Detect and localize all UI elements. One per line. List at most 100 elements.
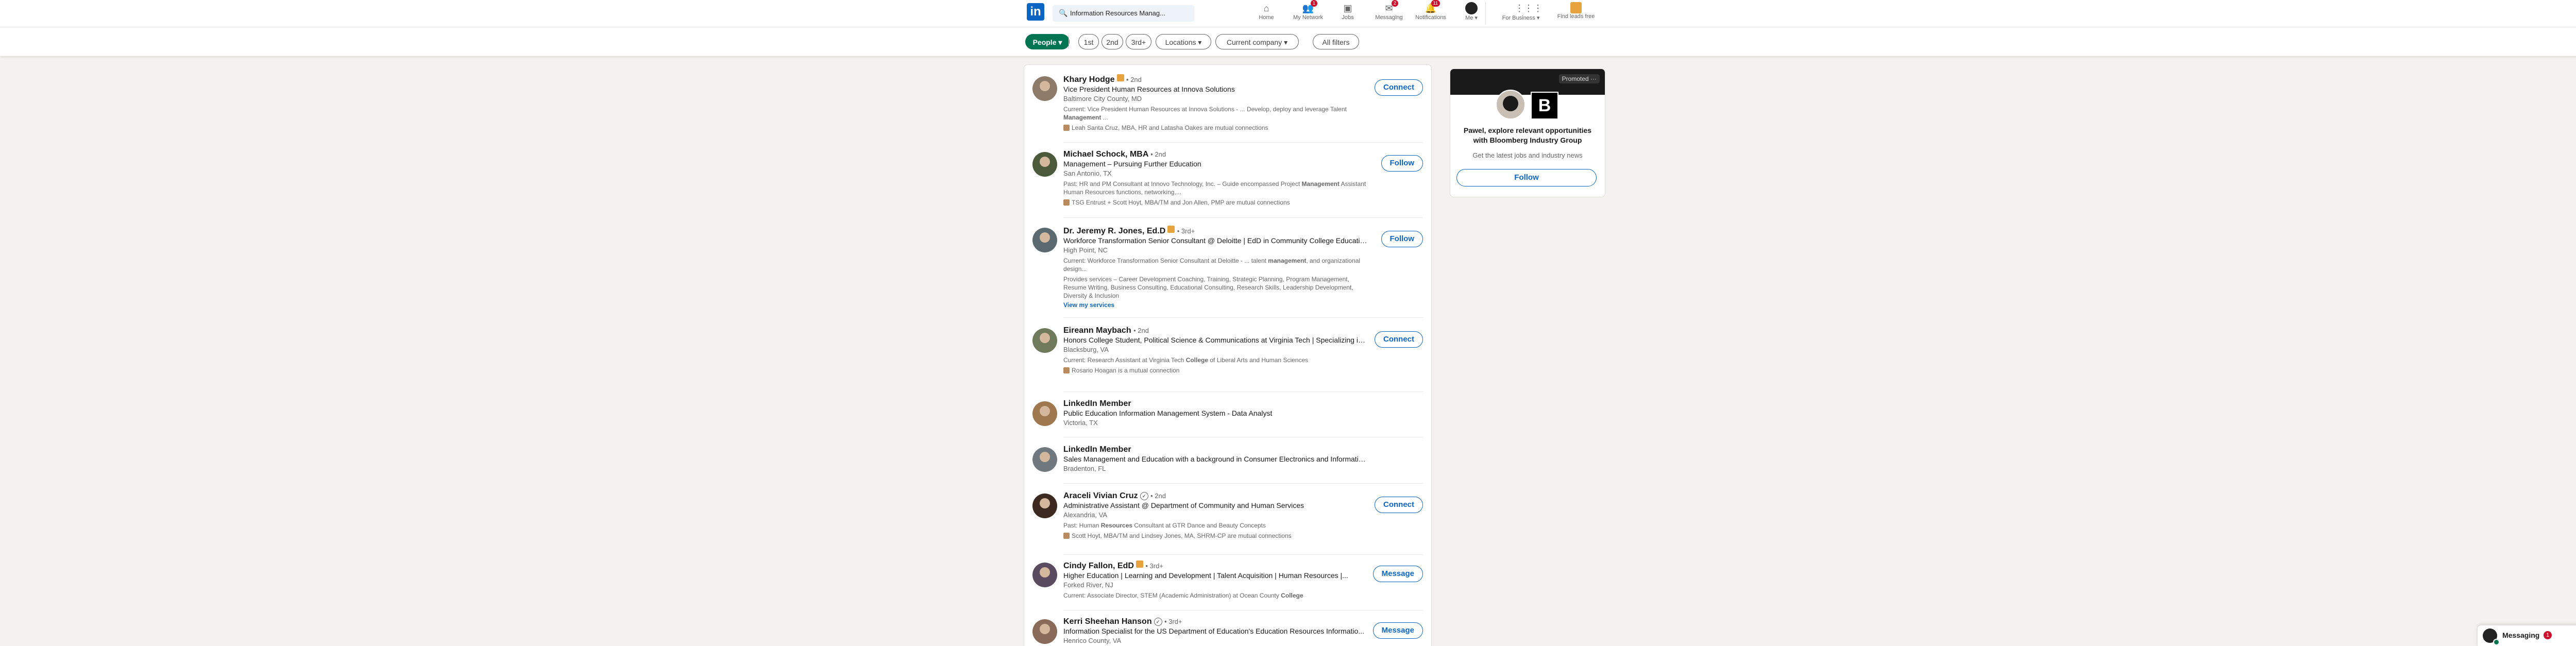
avatar[interactable] bbox=[1032, 447, 1057, 472]
current-company-filter[interactable]: Current company ▾ bbox=[1215, 34, 1299, 49]
result-name[interactable]: Cindy Fallon, EdD bbox=[1063, 562, 1134, 570]
nav-notifications[interactable]: 🔔 11 Notifications bbox=[1412, 0, 1449, 21]
result-name[interactable]: LinkedIn Member bbox=[1063, 399, 1131, 408]
promoted-tag[interactable]: Promoted ··· bbox=[1558, 74, 1600, 83]
messaging-overlay[interactable]: Messaging 1 ··· ✎ ︿ bbox=[2477, 625, 2576, 646]
nav-me[interactable]: Me ▾ bbox=[1453, 2, 1490, 21]
messaging-badge: 2 bbox=[1391, 0, 1398, 7]
avatar[interactable] bbox=[1032, 328, 1057, 353]
mutual-connections-icon bbox=[1063, 367, 1070, 373]
result-headline: Workforce Transformation Senior Consulta… bbox=[1063, 236, 1367, 245]
result-name[interactable]: Khary Hodge bbox=[1063, 75, 1115, 84]
divider bbox=[1063, 554, 1423, 555]
search-icon: 🔍 bbox=[1059, 9, 1068, 17]
result-location: San Antonio, TX bbox=[1063, 169, 1112, 177]
connect-button[interactable]: Connect bbox=[1375, 331, 1423, 348]
notifications-badge: 11 bbox=[1431, 0, 1440, 7]
avatar[interactable] bbox=[1032, 228, 1057, 252]
locations-filter[interactable]: Locations ▾ bbox=[1156, 34, 1211, 49]
message-button[interactable]: Message bbox=[1372, 566, 1423, 582]
result-headline: Vice President Human Resources at Innova… bbox=[1063, 85, 1235, 93]
mutual-connections[interactable]: Rosario Hoagan is a mutual connection bbox=[1063, 366, 1367, 375]
result-headline: Higher Education | Learning and Developm… bbox=[1063, 571, 1348, 580]
top-nav: in 🔍 Information Resources Manag... ⌂ Ho… bbox=[0, 0, 2576, 27]
result-headline: Sales Management and Education with a ba… bbox=[1063, 455, 1367, 463]
connect-button[interactable]: Connect bbox=[1375, 79, 1423, 96]
follow-button[interactable]: Follow bbox=[1381, 231, 1423, 247]
result-summary: Past: Human Resources Consultant at GTR … bbox=[1063, 522, 1266, 529]
nav-for-business[interactable]: ⋮⋮⋮ For Business ▾ bbox=[1499, 2, 1543, 21]
avatar[interactable] bbox=[1032, 563, 1057, 587]
follow-button[interactable]: Follow bbox=[1381, 155, 1423, 172]
result-name[interactable]: Eireann Maybach bbox=[1063, 326, 1131, 335]
nav-home[interactable]: ⌂ Home bbox=[1248, 2, 1285, 21]
result-location: Blacksburg, VA bbox=[1063, 346, 1109, 353]
avatar[interactable] bbox=[1032, 152, 1057, 177]
result-location: Henrico County, VA bbox=[1063, 637, 1122, 644]
result-name[interactable]: Dr. Jeremy R. Jones, Ed.D bbox=[1063, 227, 1165, 235]
avatar[interactable] bbox=[1032, 401, 1057, 426]
messaging-icon: ✉ 2 bbox=[1383, 0, 1398, 14]
search-results: Khary Hodge • 2nd Vice President Human R… bbox=[1024, 64, 1432, 646]
connect-button[interactable]: Connect bbox=[1375, 497, 1423, 513]
nav-jobs[interactable]: ▣ Jobs bbox=[1329, 2, 1366, 21]
nav-messaging[interactable]: ✉ 2 Messaging bbox=[1370, 0, 1408, 21]
mutual-connections[interactable]: TSG Entrust + Scott Hoyt, MBA/TM and Jon… bbox=[1063, 198, 1367, 207]
result-name[interactable]: Kerri Sheehan Hanson bbox=[1063, 617, 1152, 626]
result-location: High Point, NC bbox=[1063, 246, 1108, 254]
connection-degree: • 3rd+ bbox=[1164, 618, 1182, 625]
mutual-connections[interactable]: Scott Hoyt, MBA/TM and Lindsey Jones, MA… bbox=[1063, 532, 1367, 540]
avatar[interactable] bbox=[1032, 494, 1057, 518]
avatar bbox=[1465, 2, 1478, 14]
nav-premium-label: Find leads free bbox=[1557, 13, 1595, 20]
view-services-link[interactable]: View my services bbox=[1063, 301, 1367, 309]
connection-degree: • 2nd bbox=[1150, 492, 1166, 500]
premium-badge-icon bbox=[1167, 226, 1175, 233]
bell-icon: 🔔 11 bbox=[1425, 0, 1440, 14]
briefcase-icon: ▣ bbox=[1343, 3, 1352, 13]
divider bbox=[1063, 483, 1423, 484]
result-name[interactable]: Michael Schock, MBA bbox=[1063, 150, 1148, 159]
result-summary: Current: Workforce Transformation Senior… bbox=[1063, 257, 1361, 273]
services-summary: Provides services – Career Development C… bbox=[1063, 276, 1353, 299]
search-input[interactable]: 🔍 Information Resources Manag... bbox=[1053, 5, 1194, 22]
nav-my-network[interactable]: 👥 1 My Network bbox=[1290, 0, 1327, 21]
mutual-connections[interactable]: Leah Santa Cruz, MBA, HR and Latasha Oak… bbox=[1063, 124, 1367, 132]
nav-premium[interactable]: Find leads free bbox=[1554, 2, 1598, 20]
third-degree-filter[interactable]: 3rd+ bbox=[1126, 34, 1151, 49]
nav-for-business-label: For Business ▾ bbox=[1502, 15, 1540, 21]
result-name[interactable]: LinkedIn Member bbox=[1063, 445, 1131, 454]
mutual-connections-icon bbox=[1063, 199, 1070, 206]
linkedin-logo-icon[interactable]: in bbox=[1027, 3, 1044, 21]
result-headline: Information Specialist for the US Depart… bbox=[1063, 627, 1364, 635]
messaging-label[interactable]: Messaging bbox=[2502, 631, 2539, 639]
result-headline: Administrative Assistant @ Department of… bbox=[1063, 501, 1304, 509]
result-location: Baltimore City County, MD bbox=[1063, 95, 1142, 103]
connection-degree: • 2nd bbox=[1133, 327, 1149, 334]
promo-follow-button[interactable]: Follow bbox=[1456, 169, 1597, 186]
result-location: Bradenton, FL bbox=[1063, 465, 1106, 472]
first-degree-filter[interactable]: 1st bbox=[1078, 34, 1099, 49]
avatar[interactable] bbox=[1032, 76, 1057, 101]
verified-icon: ✓ bbox=[1140, 492, 1148, 500]
result-summary: Past: HR and PM Consultant at Innovo Tec… bbox=[1063, 180, 1366, 196]
premium-badge-icon bbox=[1136, 560, 1143, 568]
nav-divider bbox=[1485, 2, 1486, 25]
search-value[interactable]: Information Resources Manag... bbox=[1070, 9, 1189, 17]
connection-degree: • 3rd+ bbox=[1177, 227, 1195, 235]
grid-icon: ⋮⋮⋮ bbox=[1515, 3, 1543, 13]
people-filter[interactable]: People ▾ bbox=[1025, 34, 1070, 49]
mutual-connections-icon bbox=[1063, 533, 1070, 539]
connection-degree: • 2nd bbox=[1150, 150, 1166, 158]
result-location: Alexandria, VA bbox=[1063, 511, 1108, 519]
promo-headline: Pawel, explore relevant opportunities wi… bbox=[1463, 126, 1592, 144]
result-summary: Current: Associate Director, STEM (Acade… bbox=[1063, 592, 1303, 599]
mutual-connections-icon bbox=[1063, 125, 1070, 131]
avatar[interactable] bbox=[1032, 619, 1057, 644]
message-button[interactable]: Message bbox=[1372, 622, 1423, 639]
second-degree-filter[interactable]: 2nd bbox=[1101, 34, 1123, 49]
all-filters-button[interactable]: All filters bbox=[1313, 34, 1359, 49]
connection-degree: • 3rd+ bbox=[1145, 562, 1163, 570]
result-name[interactable]: Araceli Vivian Cruz bbox=[1063, 491, 1138, 500]
promoted-card: Promoted ··· B Pawel, explore relevant o… bbox=[1450, 69, 1605, 197]
